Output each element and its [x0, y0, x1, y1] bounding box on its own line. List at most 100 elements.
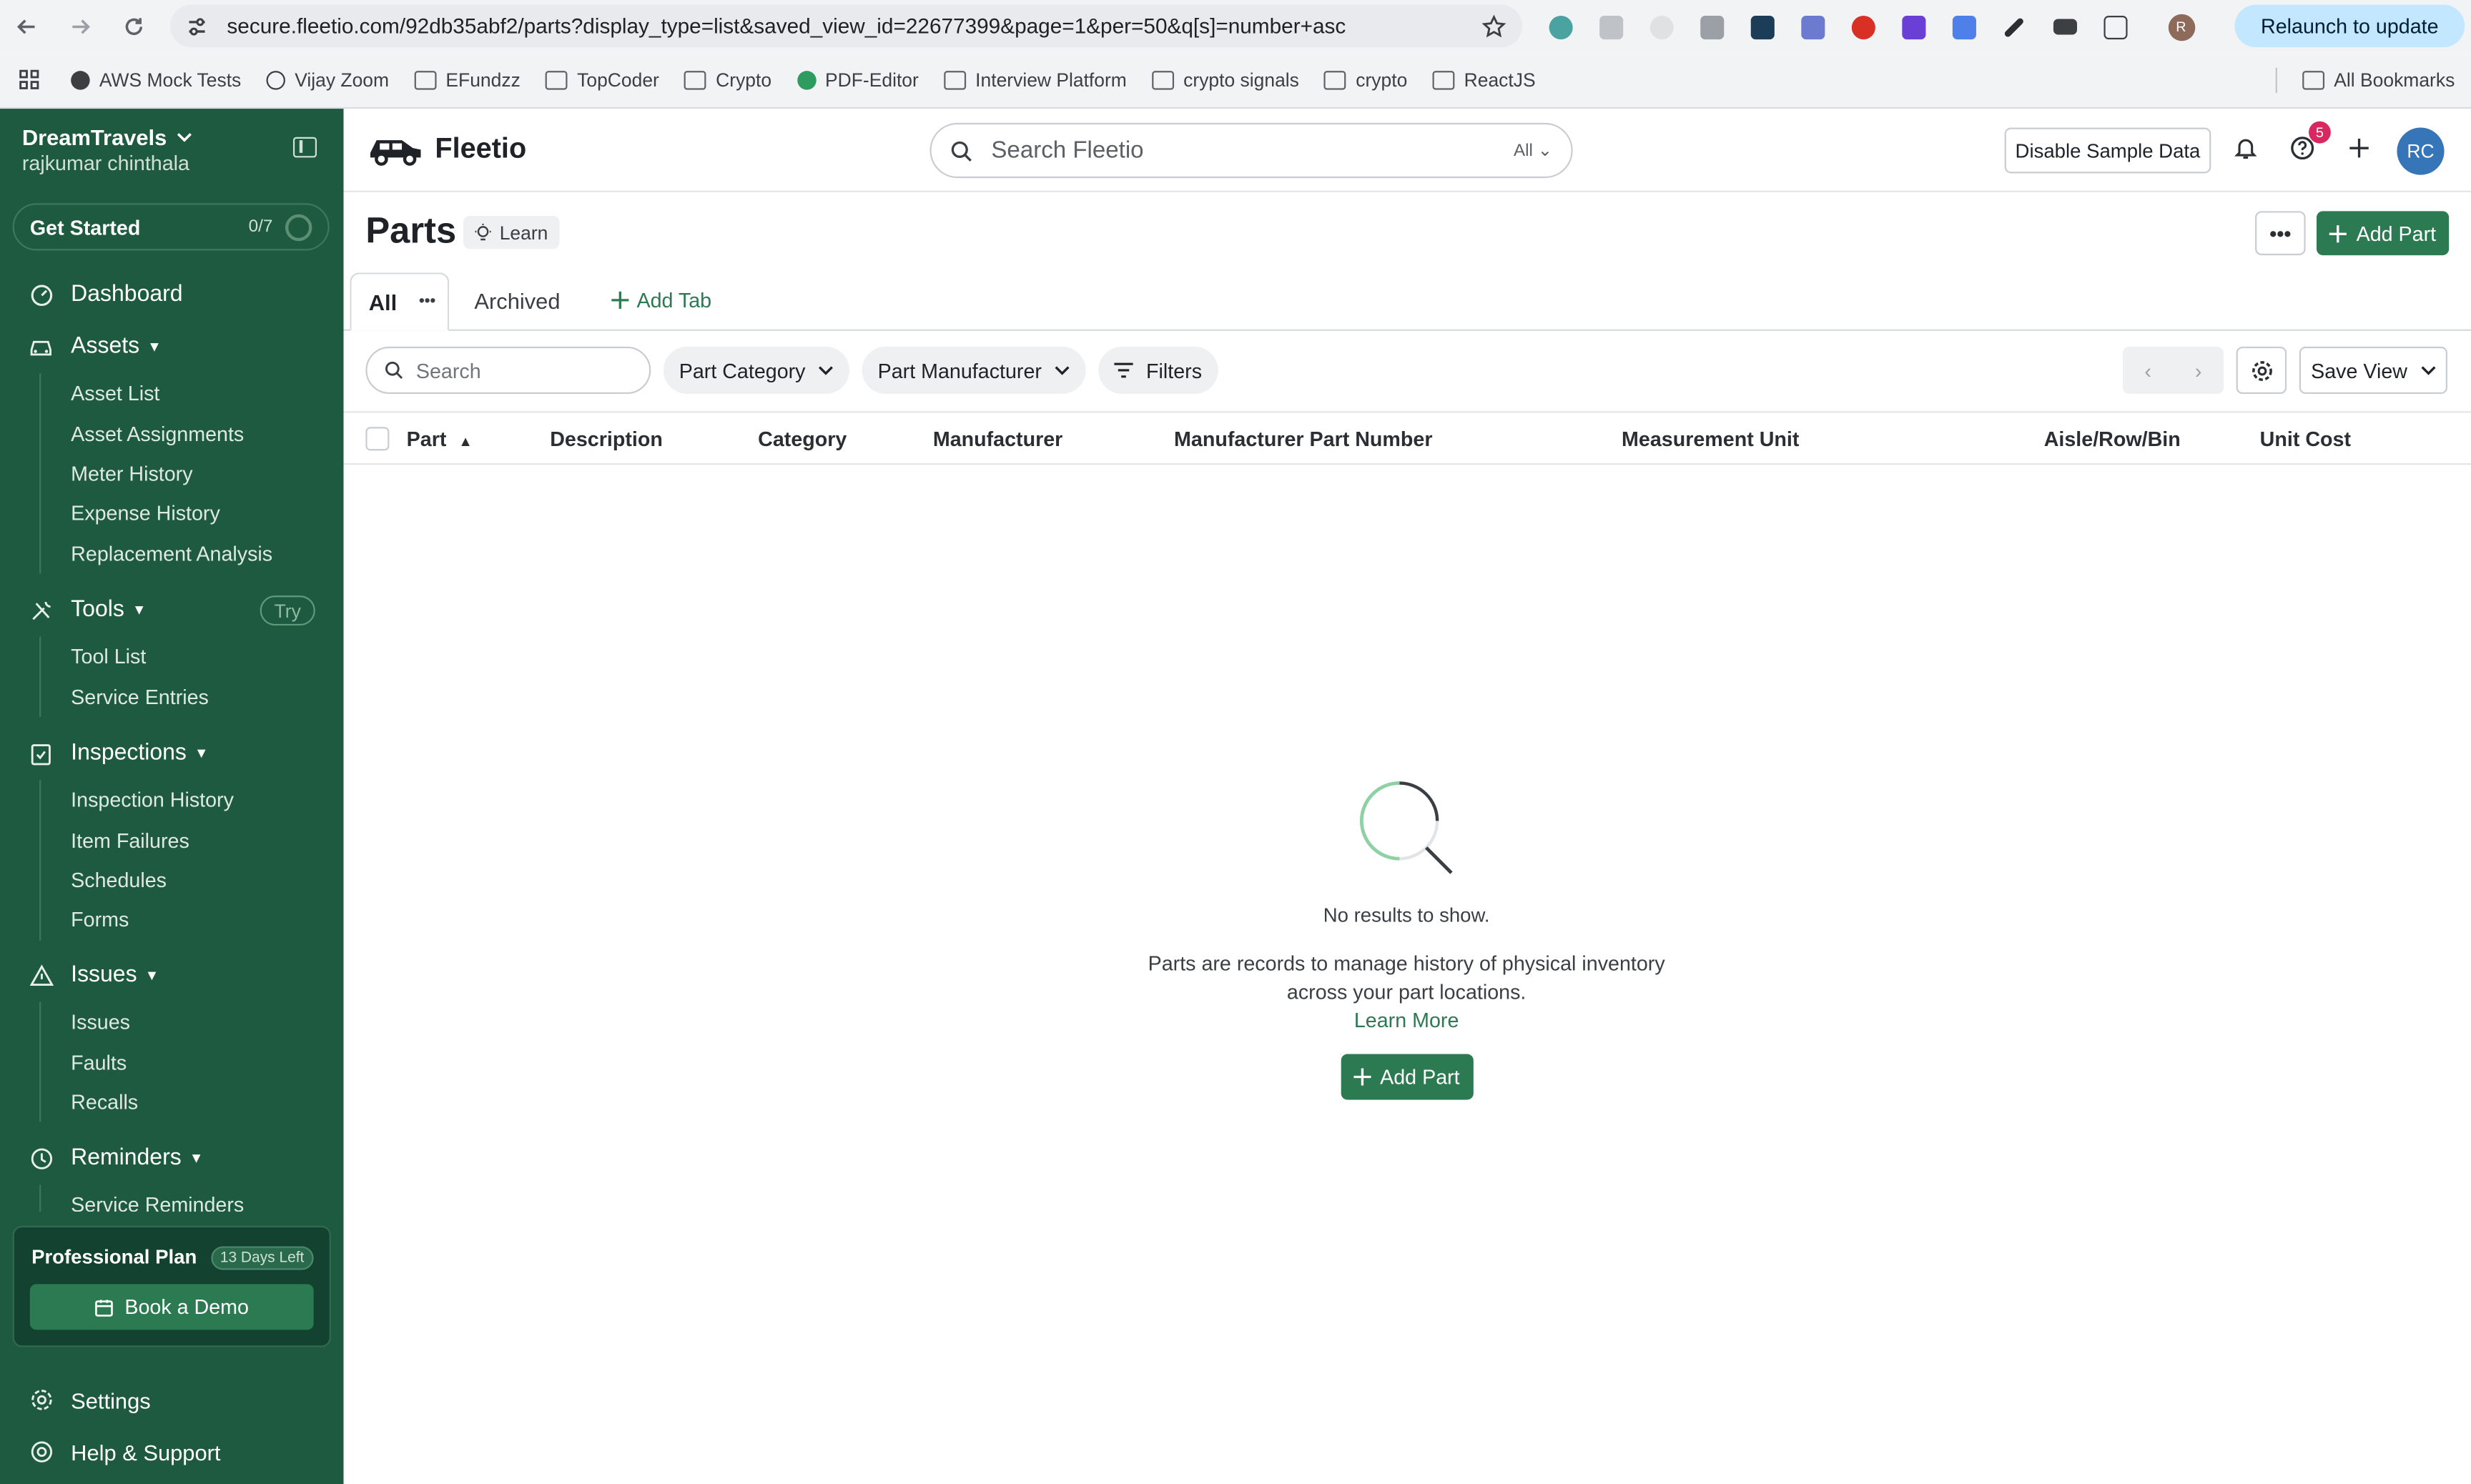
sidebar-item-expense-history[interactable]: Expense History: [0, 493, 343, 533]
view-tabs: All ••• Archived Add Tab: [343, 272, 2471, 331]
sidebar-item-recalls[interactable]: Recalls: [0, 1082, 343, 1122]
plus-icon[interactable]: [2342, 131, 2376, 165]
warning-icon: [29, 963, 54, 988]
sidebar-item-meter-history[interactable]: Meter History: [0, 453, 343, 493]
column-unit-cost[interactable]: Unit Cost: [2260, 427, 2351, 450]
part-category-filter[interactable]: Part Category: [663, 346, 850, 395]
prev-page-icon[interactable]: ‹: [2123, 347, 2174, 394]
column-aisle-row-bin[interactable]: Aisle/Row/Bin: [2044, 427, 2181, 450]
empty-description: Parts are records to manage history of p…: [1148, 951, 1665, 1004]
select-all-checkbox[interactable]: [365, 427, 390, 451]
react-icon[interactable]: [1743, 9, 1781, 44]
column-manufacturer[interactable]: Manufacturer: [933, 427, 1063, 450]
org-switcher[interactable]: DreamTravels rajkumar chinthala: [22, 124, 192, 175]
reload-icon[interactable]: [117, 9, 151, 43]
tab-options-icon[interactable]: •••: [419, 293, 435, 310]
bookmark-folder[interactable]: ReactJS: [1432, 69, 1536, 91]
disable-sample-data-button[interactable]: Disable Sample Data: [2004, 127, 2211, 174]
extension-icon[interactable]: [1642, 9, 1680, 44]
bookmark-folder[interactable]: crypto: [1324, 69, 1407, 91]
nav-dashboard[interactable]: Dashboard: [0, 274, 343, 315]
nav-reminders-header[interactable]: Reminders ▼: [0, 1137, 343, 1178]
column-part[interactable]: Part ▲: [407, 427, 473, 450]
nav-issues-header[interactable]: Issues ▼: [0, 955, 343, 996]
learn-button[interactable]: Learn: [463, 215, 559, 249]
fleetio-logo[interactable]: Fleetio: [365, 129, 526, 167]
address-bar[interactable]: secure.fleetio.com/92db35abf2/parts?disp…: [170, 4, 1523, 48]
nav-settings[interactable]: Settings: [0, 1374, 343, 1426]
bookmark-star-icon[interactable]: [1481, 14, 1506, 39]
sidebar-item-service-entries[interactable]: Service Entries: [0, 676, 343, 716]
extension-icon[interactable]: [1945, 9, 1983, 44]
org-name: DreamTravels: [21, 124, 167, 150]
collapse-sidebar-icon[interactable]: [292, 137, 317, 158]
book-demo-button[interactable]: Book a Demo: [29, 1284, 314, 1330]
add-tab-button[interactable]: Add Tab: [611, 288, 711, 312]
column-measurement-unit[interactable]: Measurement Unit: [1622, 427, 1799, 450]
bookmark-folder[interactable]: crypto signals: [1152, 69, 1299, 91]
sidebar-item-faults[interactable]: Faults: [0, 1042, 343, 1082]
bookmark-folder[interactable]: EFundzz: [414, 69, 521, 91]
column-description[interactable]: Description: [550, 427, 663, 450]
logo-car-icon: [370, 140, 421, 166]
save-view-button[interactable]: Save View: [2299, 346, 2447, 395]
add-part-button[interactable]: Add Part: [2317, 211, 2450, 256]
sidebar-item-replacement-analysis[interactable]: Replacement Analysis: [0, 533, 343, 573]
sidebar-item-item-failures[interactable]: Item Failures: [0, 820, 343, 860]
sidebar-item-inspection-history[interactable]: Inspection History: [0, 780, 343, 820]
nav-inspections-header[interactable]: Inspections ▼: [0, 733, 343, 773]
extension-icon[interactable]: [1894, 9, 1932, 44]
back-icon[interactable]: [9, 9, 44, 43]
extension-icon[interactable]: [2046, 9, 2083, 44]
browser-toolbar: secure.fleetio.com/92db35abf2/parts?disp…: [0, 0, 2471, 52]
table-settings-button[interactable]: [2236, 346, 2287, 395]
get-started-button[interactable]: Get Started 0/7: [12, 203, 330, 251]
puzzle-icon[interactable]: [2096, 9, 2134, 44]
sidebar-item-schedules[interactable]: Schedules: [0, 860, 343, 900]
sidebar-item-tool-list[interactable]: Tool List: [0, 636, 343, 676]
all-bookmarks[interactable]: All Bookmarks: [2275, 66, 2455, 92]
profile-avatar[interactable]: R: [2162, 9, 2200, 44]
sidebar-item-forms[interactable]: Forms: [0, 900, 343, 940]
global-search-input[interactable]: Search Fleetio All ⌄: [929, 122, 1573, 179]
column-category[interactable]: Category: [758, 427, 847, 450]
sidebar-item-asset-list[interactable]: Asset List: [0, 373, 343, 413]
bookmark-folder[interactable]: Interview Platform: [944, 69, 1127, 91]
extension-icon[interactable]: [1542, 9, 1579, 44]
site-info-icon[interactable]: [186, 15, 208, 37]
url-text: secure.fleetio.com/92db35abf2/parts?disp…: [227, 14, 1346, 38]
learn-more-link[interactable]: Learn More: [1087, 1009, 1726, 1032]
bookmark-item[interactable]: Vijay Zoom: [266, 69, 389, 91]
filters-button[interactable]: Filters: [1098, 346, 1218, 395]
eyedropper-icon[interactable]: [1995, 9, 2033, 44]
folder-icon: [414, 70, 437, 89]
bookmark-folder[interactable]: Crypto: [684, 69, 771, 91]
relaunch-button[interactable]: Relaunch to update: [2234, 4, 2465, 48]
extension-icon[interactable]: [1592, 9, 1629, 44]
nav-assets-header[interactable]: Assets ▼: [0, 326, 343, 367]
bookmark-item[interactable]: PDF-Editor: [796, 69, 919, 91]
bookmark-item[interactable]: AWS Mock Tests: [71, 69, 241, 91]
extension-icon[interactable]: [1844, 9, 1882, 44]
part-manufacturer-filter[interactable]: Part Manufacturer: [862, 346, 1086, 395]
user-avatar[interactable]: RC: [2397, 127, 2445, 175]
sidebar-item-asset-assignments[interactable]: Asset Assignments: [0, 413, 343, 453]
search-scope-select[interactable]: All ⌄: [1514, 140, 1552, 160]
apps-grid-icon[interactable]: [19, 69, 39, 90]
nav-tools-header[interactable]: Tools ▼ Try: [0, 589, 343, 630]
bookmark-folder[interactable]: TopCoder: [546, 69, 659, 91]
forward-icon[interactable]: [63, 9, 97, 43]
extension-icon[interactable]: [1793, 9, 1831, 44]
bell-icon[interactable]: [2229, 131, 2263, 165]
sidebar-item-issues[interactable]: Issues: [0, 1002, 343, 1042]
column-manufacturer-part-number[interactable]: Manufacturer Part Number: [1174, 427, 1432, 450]
empty-add-part-button[interactable]: Add Part: [1340, 1054, 1473, 1100]
tab-all[interactable]: All •••: [350, 272, 450, 331]
nav-help[interactable]: Help & Support: [0, 1426, 343, 1478]
tab-archived[interactable]: Archived: [474, 288, 560, 313]
camera-icon[interactable]: [1692, 9, 1730, 44]
parts-search-input[interactable]: Search: [365, 346, 651, 395]
plan-title: Professional Plan: [31, 1246, 197, 1269]
more-options-button[interactable]: •••: [2255, 211, 2306, 256]
next-page-icon[interactable]: ›: [2173, 347, 2224, 394]
